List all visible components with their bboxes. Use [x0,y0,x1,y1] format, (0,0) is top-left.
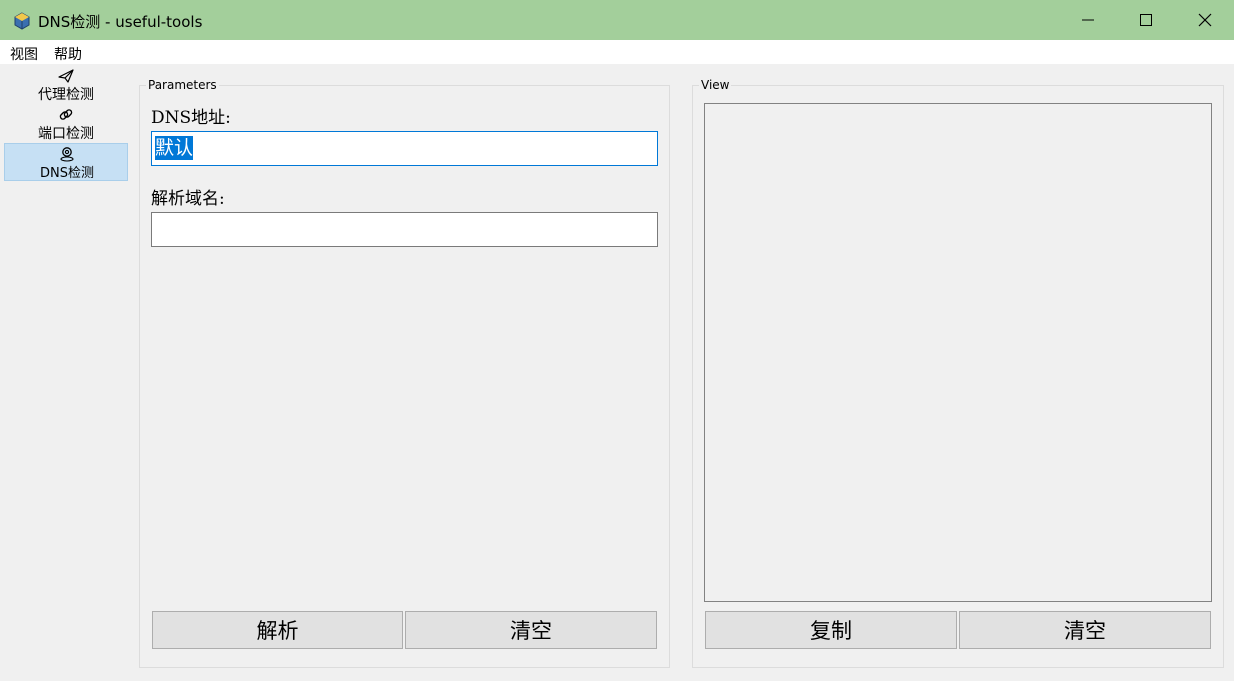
dns-address-input[interactable]: 默认 [151,131,658,166]
clear-view-button[interactable]: 清空 [959,611,1211,649]
clear-parameters-button[interactable]: 清空 [405,611,657,649]
copy-button[interactable]: 复制 [705,611,957,649]
close-button[interactable] [1176,0,1234,40]
sidebar: 代理检测 端口检测 DNS检测 [0,64,131,681]
menu-bar: 视图 帮助 [0,40,1234,64]
sidebar-item-port[interactable]: 端口检测 [4,105,128,143]
minimize-icon [1082,19,1094,21]
window-title: DNS检测 - useful-tools [38,13,203,31]
sidebar-item-dns[interactable]: DNS检测 [4,143,128,181]
domain-input[interactable] [151,212,658,247]
parameters-group: Parameters [139,78,670,668]
output-textarea[interactable] [704,103,1212,602]
parameters-group-title: Parameters [146,78,219,92]
sidebar-item-proxy[interactable]: 代理检测 [4,66,128,104]
dns-address-label: DNS地址: [151,108,231,128]
domain-label: 解析域名: [151,189,225,209]
close-icon [1198,13,1212,27]
view-group-title: View [699,78,732,92]
sidebar-item-label: 代理检测 [38,87,94,103]
location-pin-icon [60,147,74,162]
cube-icon [14,12,30,30]
minimize-button[interactable] [1059,0,1117,40]
maximize-button[interactable] [1117,0,1175,40]
title-bar: DNS检测 - useful-tools [0,0,1234,40]
paper-plane-icon [58,69,74,83]
link-icon [59,109,73,120]
sidebar-item-label: DNS检测 [40,166,94,181]
menu-help[interactable]: 帮助 [54,44,82,64]
menu-view[interactable]: 视图 [10,44,38,64]
sidebar-item-label: 端口检测 [38,126,94,142]
maximize-icon [1140,14,1152,26]
resolve-button[interactable]: 解析 [152,611,403,649]
dns-address-value: 默认 [155,136,194,160]
